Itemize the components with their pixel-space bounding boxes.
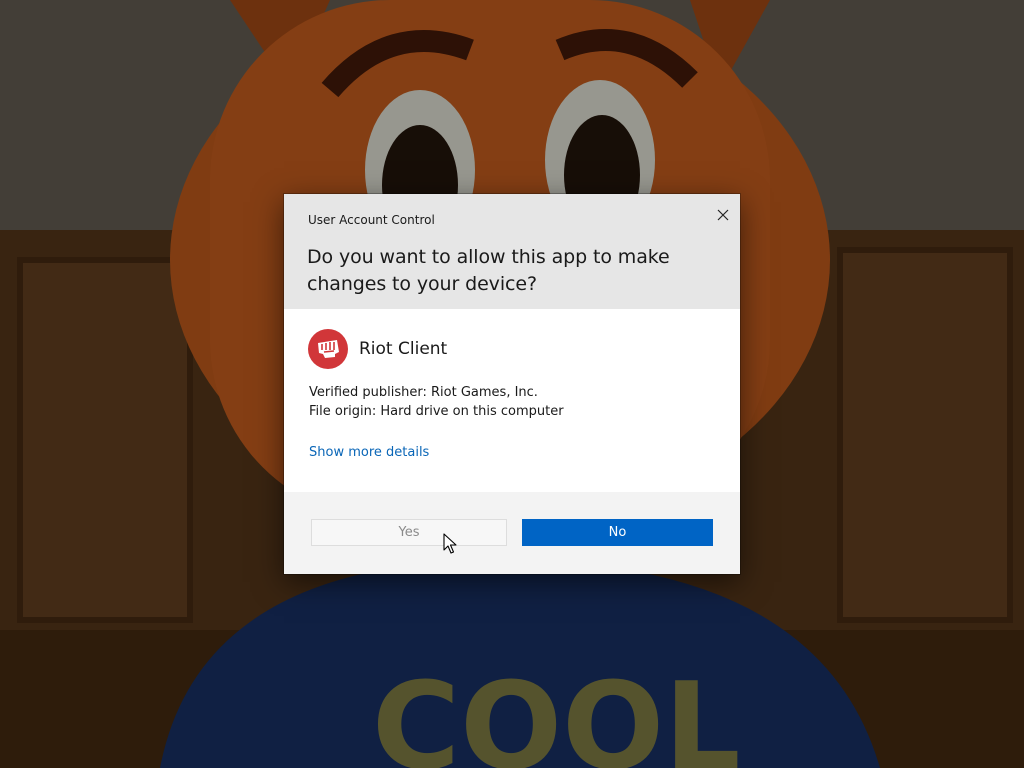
dialog-header: User Account Control Do you want to allo… [284, 194, 740, 309]
app-name: Riot Client [359, 339, 448, 359]
verified-publisher: Verified publisher: Riot Games, Inc. [309, 385, 538, 400]
mouse-pointer-icon [443, 533, 457, 554]
yes-button[interactable]: Yes [311, 519, 507, 546]
no-button[interactable]: No [522, 519, 713, 546]
file-origin: File origin: Hard drive on this computer [309, 404, 564, 419]
dialog-title: User Account Control [308, 213, 435, 227]
uac-dialog: User Account Control Do you want to allo… [284, 194, 740, 574]
close-button[interactable] [708, 200, 738, 230]
riot-client-logo-icon [308, 329, 348, 369]
show-more-details-link[interactable]: Show more details [309, 445, 429, 460]
dialog-question: Do you want to allow this app to make ch… [307, 246, 670, 295]
dialog-body: Riot Client Verified publisher: Riot Gam… [284, 309, 740, 492]
dialog-footer: Yes No [284, 492, 740, 574]
close-icon [717, 209, 729, 221]
